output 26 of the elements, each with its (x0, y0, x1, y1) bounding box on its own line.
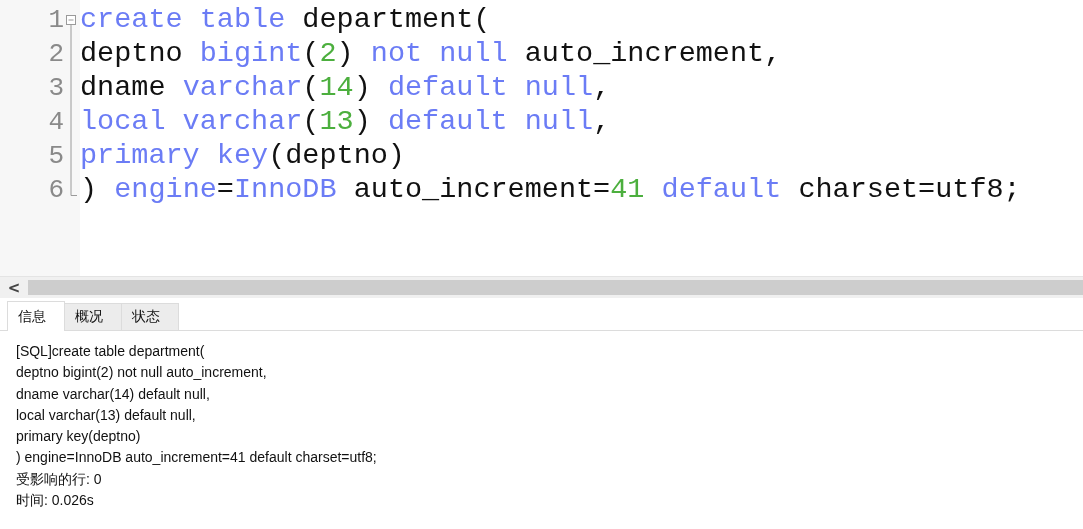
message-line: deptno bigint(2) not null auto_increment, (16, 363, 267, 383)
tab[interactable]: 信息 (7, 301, 65, 331)
tab[interactable]: 状态 (121, 303, 179, 330)
line-number: 4 (48, 106, 64, 139)
horizontal-scrollbar[interactable]: < (0, 276, 1083, 298)
line-number: 3 (48, 72, 64, 105)
message-line: 受影响的行: 0 (16, 469, 102, 489)
message-line: primary key(deptno) (16, 427, 141, 447)
code-line: ) engine=InnoDB auto_increment=41 default charset=utf8; (80, 173, 1021, 207)
code-line: dname varchar(14) default null, (80, 71, 611, 105)
line-number: 1 (48, 4, 64, 37)
scrollbar-thumb[interactable] (28, 280, 1083, 295)
tab[interactable]: 概况 (64, 303, 122, 330)
code-line: primary key(deptno) (80, 139, 405, 173)
message-line: 时间: 0.026s (16, 491, 94, 511)
message-line: dname varchar(14) default null, (16, 384, 210, 404)
message-line: [SQL]create table department( (16, 342, 205, 361)
message-line: local varchar(13) default null, (16, 405, 196, 425)
message-line: ) engine=InnoDB auto_increment=41 default charset=utf8; (16, 448, 377, 468)
line-number: 6 (48, 174, 64, 207)
fold-guide-drawing[interactable] (66, 15, 78, 196)
line-number: 5 (48, 140, 64, 173)
code-line: deptno bigint(2) not null auto_increment, (80, 37, 782, 71)
line-number: 2 (48, 38, 64, 71)
code-line: create table department( (80, 3, 491, 37)
code-line: local varchar(13) default null, (80, 105, 611, 139)
